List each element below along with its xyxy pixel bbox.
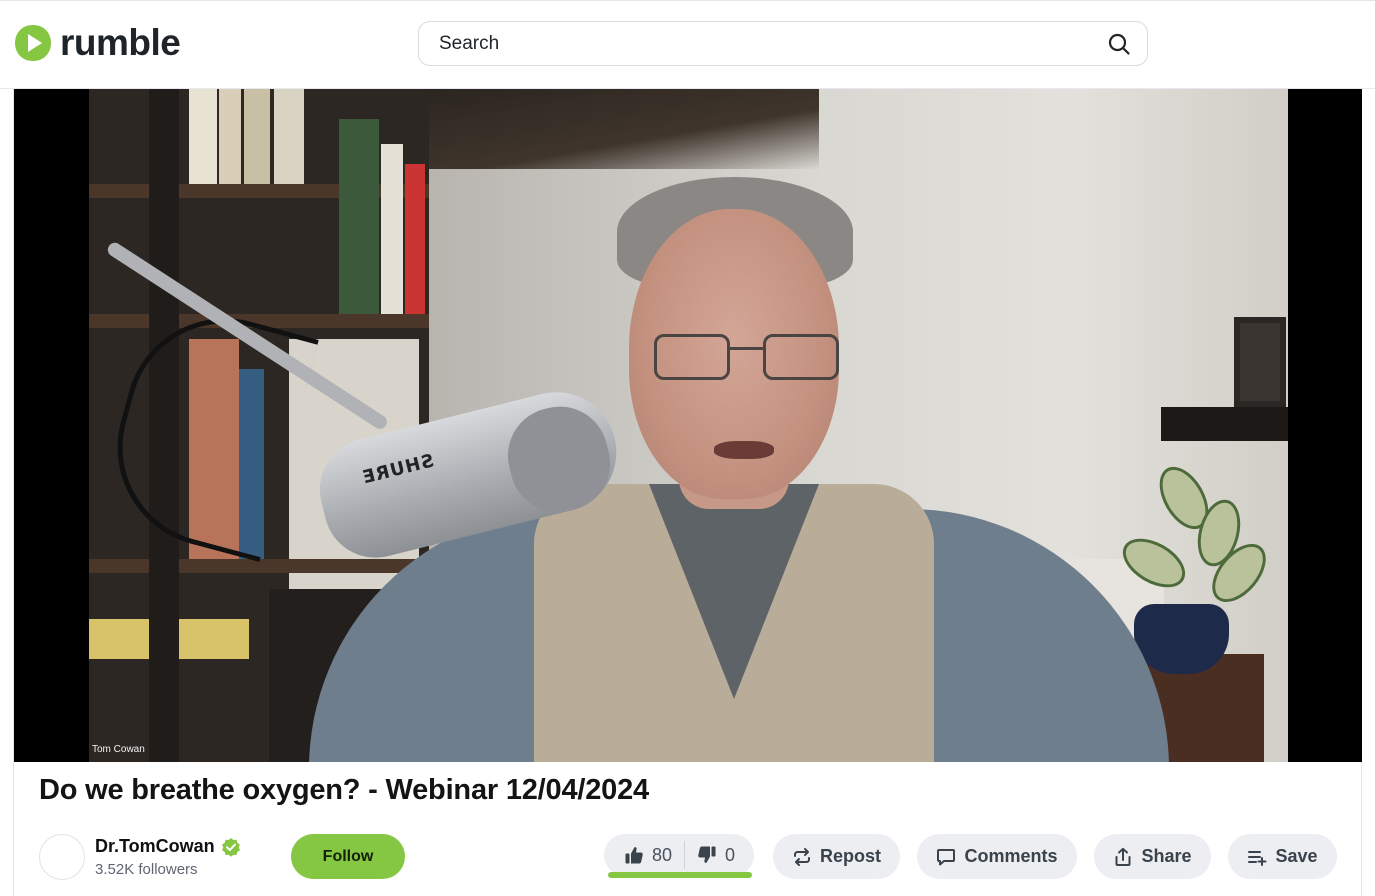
video-frame: SHURE Tom Cowan [89,89,1288,762]
channel-name-row: Dr.TomCowan [95,836,241,857]
scene-book [339,119,379,314]
comments-button[interactable]: Comments [917,834,1077,879]
channel-info: Dr.TomCowan 3.52K followers [39,834,241,880]
dislike-button[interactable]: 0 [685,834,747,876]
follow-button[interactable]: Follow [291,834,405,879]
scene-book [189,89,217,184]
thumbs-up-icon [625,847,643,864]
scene-glasses-bridge [729,347,765,350]
search-icon [1108,33,1130,55]
rumble-logo-icon [15,25,51,61]
content-right-border [1361,760,1362,896]
scene-book [381,144,403,314]
like-count: 80 [652,844,673,865]
thumbs-down-icon [698,846,716,863]
video-player[interactable]: SHURE Tom Cowan [14,89,1362,762]
save-playlist-icon [1248,850,1267,866]
comments-label: Comments [964,846,1058,866]
search-button[interactable] [1105,30,1133,58]
share-button[interactable]: Share [1094,834,1211,879]
participant-name-label: Tom Cowan [92,744,145,755]
scene-book [244,89,270,184]
channel-avatar[interactable] [39,834,85,880]
scene-glasses [654,334,730,380]
brand-name: rumble [60,22,181,63]
like-button[interactable]: 80 [604,834,684,876]
scene-book [274,89,304,184]
comment-icon [937,848,956,865]
scene-glasses [763,334,839,380]
share-icon [1115,847,1131,866]
scene-picture-frame [1234,317,1286,407]
channel-text: Dr.TomCowan 3.52K followers [95,836,241,878]
scene-book [405,164,425,314]
scene-person-mouth [714,441,774,459]
scene-book [219,89,241,184]
channel-name[interactable]: Dr.TomCowan [95,836,215,857]
top-bar: rumble [0,1,1375,89]
verified-icon [221,837,240,857]
dislike-count: 0 [725,844,736,865]
video-title: Do we breathe oxygen? - Webinar 12/04/20… [39,774,649,806]
scene-ceiling [419,89,819,169]
search-input[interactable] [437,22,1105,65]
search-bar [418,21,1148,66]
vote-group: 80 0 [604,834,754,876]
repost-icon [793,847,810,866]
save-button[interactable]: Save [1228,834,1337,879]
scene-wall-shelf [1161,407,1288,441]
repost-label: Repost [819,846,881,866]
repost-button[interactable]: Repost [773,834,900,879]
scene-plant-pot [1134,604,1229,674]
share-label: Share [1141,846,1192,866]
save-label: Save [1275,846,1318,866]
like-ratio-bar [608,872,752,878]
follower-count: 3.52K followers [95,861,198,878]
rumble-logo[interactable]: rumble [14,22,181,63]
